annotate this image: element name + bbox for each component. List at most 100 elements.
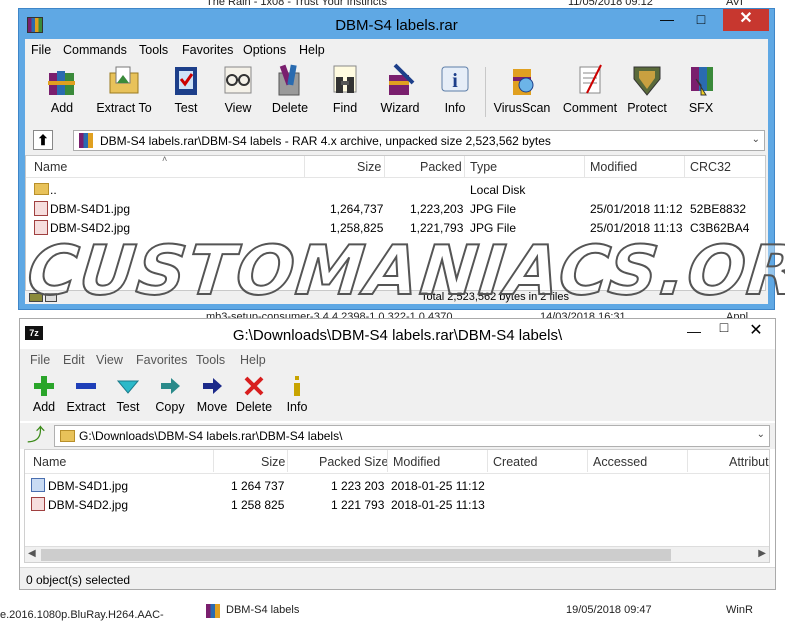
column-divider[interactable] [487,450,488,472]
menu-options[interactable]: Options [243,43,286,57]
scrollbar-thumb[interactable] [41,549,671,561]
extract-to-button[interactable]: Extract To [91,63,157,115]
close-button[interactable]: ✕ [723,9,769,31]
column-modified[interactable]: Modified [393,455,440,469]
binoculars-icon [333,65,357,93]
horizontal-scrollbar[interactable]: ◀ ▶ [25,546,769,562]
column-divider[interactable] [287,450,288,472]
sevenzip-titlebar[interactable]: 7z G:\Downloads\DBM-S4 labels.rar\DBM-S4… [20,319,775,349]
copy-button[interactable]: Copy [152,375,188,414]
wizard-button[interactable]: Wizard [375,63,425,115]
menu-edit[interactable]: Edit [63,353,85,367]
column-packed[interactable]: Packed [420,160,462,174]
menu-favorites[interactable]: Favorites [136,353,187,367]
find-label: Find [332,101,358,115]
background-file-name[interactable]: e.2016.1080p.BluRay.H264.AAC- [0,609,164,621]
delete-button[interactable]: Delete [267,63,313,115]
view-button[interactable]: View [215,63,261,115]
sevenzip-menubar: File Edit View Favorites Tools Help [20,349,775,371]
minimize-button[interactable]: — [653,9,681,31]
jpg-file-icon [34,201,48,216]
column-size[interactable]: Size [357,160,381,174]
move-button[interactable]: Move [194,375,230,414]
column-attributes[interactable]: Attribut [729,455,769,469]
menu-help[interactable]: Help [240,353,266,367]
comment-button[interactable]: Comment [559,63,621,115]
table-row[interactable]: DBM-S4D1.jpg 1,264,737 1,223,203 JPG Fil… [26,199,765,218]
add-button[interactable]: Add [28,375,60,414]
watermark-text: CUSTOMANIACS.ORG [23,231,785,312]
delete-button[interactable]: Delete [234,375,274,414]
copy-label: Copy [155,400,185,414]
address-combobox[interactable]: G:\Downloads\DBM-S4 labels.rar\DBM-S4 la… [54,425,770,447]
delete-label: Delete [271,101,309,115]
menu-help[interactable]: Help [299,43,325,57]
info-button[interactable]: Info [282,375,312,414]
row-name: .. [50,183,57,197]
scroll-right-icon[interactable]: ▶ [758,548,766,559]
menu-view[interactable]: View [96,353,123,367]
sfx-icon [691,67,713,96]
column-divider[interactable] [684,156,685,178]
menu-favorites[interactable]: Favorites [182,43,233,57]
background-file-row[interactable]: The Rain - 1x08 - Trust Your Instincts [206,0,387,8]
test-button[interactable]: Test [163,63,209,115]
column-divider[interactable] [213,450,214,472]
column-packed-size[interactable]: Packed Size [319,455,388,469]
background-file-row[interactable]: DBM-S4 labels [206,604,300,618]
table-row[interactable]: DBM-S4D2.jpg 1 258 825 1 221 793 2018-01… [25,495,769,514]
column-divider[interactable] [304,156,305,178]
column-divider[interactable] [384,156,385,178]
list-header: Name ˄ Size Packed Type Modified CRC32 [26,154,765,178]
background-file-name: DBM-S4 labels [226,604,300,616]
close-button[interactable]: ✕ [742,321,770,343]
delete-x-icon [244,376,264,396]
virusscan-button[interactable]: VirusScan [491,63,553,115]
menu-commands[interactable]: Commands [63,43,127,57]
menu-tools[interactable]: Tools [196,353,225,367]
row-type: Local Disk [470,183,526,197]
chevron-down-icon[interactable]: ⌄ [752,134,760,145]
menu-tools[interactable]: Tools [139,43,168,57]
column-name[interactable]: Name [33,455,66,469]
column-divider[interactable] [387,450,388,472]
sfx-button[interactable]: SFX [681,63,721,115]
protect-button[interactable]: Protect [623,63,671,115]
chevron-down-icon[interactable]: ⌄ [757,429,765,440]
column-type[interactable]: Type [470,160,497,174]
add-button[interactable]: Add [37,63,87,115]
add-books-icon [48,71,75,95]
comment-label: Comment [562,101,618,115]
row-modified: 2018-01-25 11:12 [391,479,485,493]
up-folder-button[interactable]: ⬆ [33,130,53,150]
column-modified[interactable]: Modified [590,160,637,174]
table-row[interactable]: DBM-S4D1.jpg 1 264 737 1 223 203 2018-01… [25,476,769,495]
copy-arrow-icon [161,378,180,394]
winrar-titlebar[interactable]: DBM-S4 labels.rar — □ ✕ [19,9,774,39]
address-combobox[interactable]: DBM-S4 labels.rar\DBM-S4 labels - RAR 4.… [73,130,765,151]
table-row[interactable]: .. Local Disk [26,180,765,199]
up-folder-icon[interactable]: ⤴ [26,426,46,446]
find-button[interactable]: Find [323,63,367,115]
status-text: 0 object(s) selected [26,573,131,587]
minimize-button[interactable]: — [680,321,708,343]
menu-file[interactable]: File [31,43,51,57]
info-button[interactable]: i Info [433,63,477,115]
column-divider[interactable] [587,450,588,472]
sevenzip-toolbar: Add Extract Test Copy Move Delete Info [20,371,775,421]
maximize-button[interactable]: □ [710,317,738,339]
column-created[interactable]: Created [493,455,537,469]
extract-button[interactable]: Extract [66,375,106,414]
maximize-button[interactable]: □ [687,9,715,31]
menu-file[interactable]: File [30,353,50,367]
column-accessed[interactable]: Accessed [593,455,647,469]
test-button[interactable]: Test [112,375,144,414]
column-divider[interactable] [687,450,688,472]
row-packed-size: 1 223 203 [331,479,385,493]
scroll-left-icon[interactable]: ◀ [28,548,36,559]
column-crc32[interactable]: CRC32 [690,160,731,174]
column-divider[interactable] [464,156,465,178]
column-divider[interactable] [584,156,585,178]
column-size[interactable]: Size [261,455,285,469]
column-name[interactable]: Name [34,160,67,174]
